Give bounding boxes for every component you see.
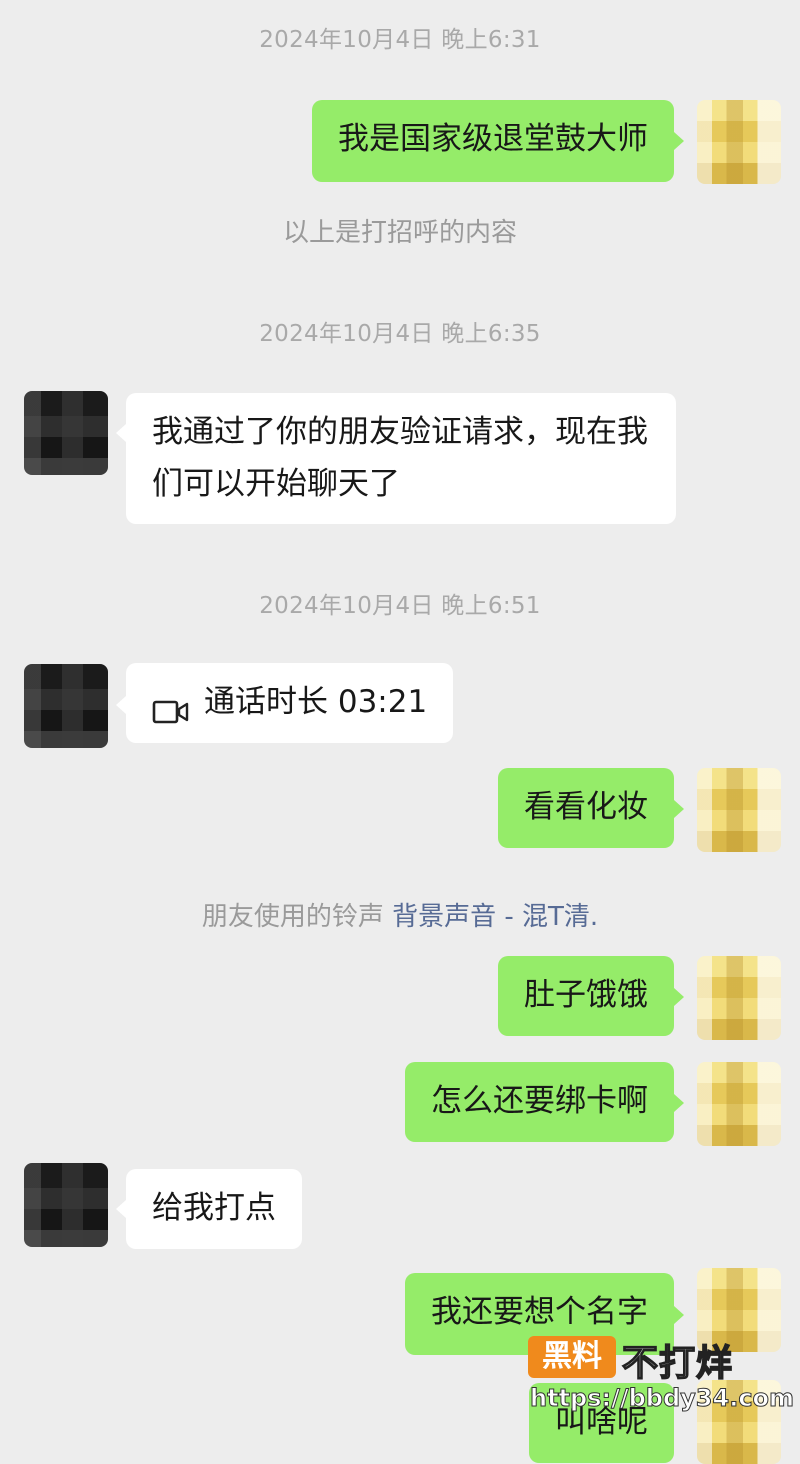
ringtone-link[interactable]: 背景声音 - 混T清.	[392, 902, 598, 932]
watermark-url: https://bbdy34.com	[529, 1384, 795, 1413]
watermark-title: 不打烊	[621, 1342, 734, 1385]
bubble-tail	[116, 424, 126, 442]
watermark: 黑料 不打烊 https://bbdy34.com	[528, 1336, 795, 1428]
message-bubble-incoming[interactable]: 给我打点	[126, 1169, 302, 1249]
my-avatar[interactable]	[697, 1062, 781, 1146]
bubble-tail	[674, 132, 684, 150]
bubble-tail	[116, 1200, 126, 1218]
bubble-tail	[674, 1094, 684, 1112]
contact-avatar[interactable]	[24, 664, 108, 748]
contact-avatar[interactable]	[24, 1163, 108, 1247]
timestamp: 2024年10月4日 晚上6:51	[259, 593, 541, 619]
message-bubble-outgoing[interactable]: 看看化妆	[498, 768, 674, 848]
message-bubble-outgoing[interactable]: 怎么还要绑卡啊	[405, 1062, 674, 1142]
my-avatar[interactable]	[697, 100, 781, 184]
bubble-tail	[116, 696, 126, 714]
contact-avatar[interactable]	[24, 391, 108, 475]
call-record-bubble[interactable]: 通话时长 03:21	[126, 663, 454, 743]
bubble-tail	[674, 800, 684, 818]
greeting-note: 以上是打招呼的内容	[282, 218, 517, 248]
bubble-tail	[674, 988, 684, 1006]
my-avatar[interactable]	[697, 956, 781, 1040]
message-bubble-incoming[interactable]: 我通过了你的朋友验证请求，现在我们可以开始聊天了	[126, 393, 676, 524]
timestamp: 2024年10月4日 晚上6:31	[259, 27, 541, 53]
call-duration: 通话时长 03:21	[204, 684, 428, 720]
ringtone-prefix: 朋友使用的铃声	[201, 902, 384, 932]
message-bubble-outgoing[interactable]: 我是国家级退堂鼓大师	[312, 100, 674, 182]
message-bubble-outgoing[interactable]: 肚子饿饿	[498, 956, 674, 1036]
watermark-badge: 黑料	[528, 1336, 616, 1378]
ringtone-note: 朋友使用的铃声 背景声音 - 混T清.	[0, 896, 800, 933]
bubble-tail	[674, 1306, 684, 1324]
video-call-icon	[152, 689, 190, 723]
timestamp: 2024年10月4日 晚上6:35	[259, 321, 541, 347]
my-avatar[interactable]	[697, 768, 781, 852]
